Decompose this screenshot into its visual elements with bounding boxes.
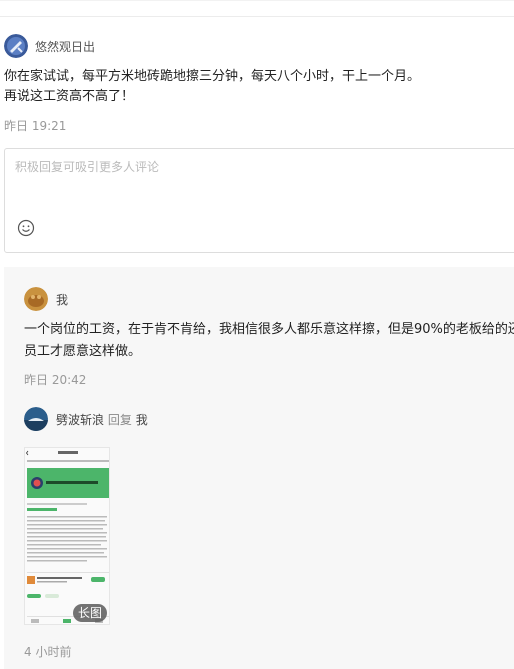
thread-item-header: 我 — [24, 287, 68, 311]
avatar[interactable] — [24, 407, 48, 431]
thread-item: 我 — [24, 287, 68, 311]
top-edge — [0, 0, 514, 1]
thread-item: 劈波斩浪 回复 我 — [24, 407, 148, 431]
top-divider — [0, 16, 514, 17]
reply-placeholder: 积极回复可吸引更多人评论 — [15, 160, 160, 174]
thread-item-header: 劈波斩浪 回复 我 — [24, 407, 148, 431]
avatar[interactable] — [4, 34, 28, 58]
avatar[interactable] — [24, 287, 48, 311]
smiley-icon[interactable] — [17, 219, 35, 237]
long-image-badge: 长图 — [73, 604, 107, 622]
reply-input[interactable]: 积极回复可吸引更多人评论 — [4, 148, 514, 253]
comment-line: 再说这工资高不高了！ — [4, 89, 135, 104]
username[interactable]: 悠然观日出 — [35, 38, 95, 55]
thread-item-time: 4 小时前 — [24, 645, 72, 659]
username[interactable]: 劈波斩浪 — [56, 413, 104, 427]
thread-item-text: 一个岗位的工资，在于肯不肯给，我相信很多人都乐意这样擦，但是90%的老板给的还是… — [24, 319, 514, 363]
long-image-thumbnail[interactable] — [24, 447, 110, 625]
username[interactable]: 我 — [56, 291, 68, 308]
comment-line: 你在家试试，每平方米地砖跪地擦三分钟，每天八个小时，干上一个月。 — [4, 69, 421, 84]
comment-header: 悠然观日出 — [4, 33, 95, 59]
reply-word: 回复 — [107, 412, 132, 427]
thread-line: 一个岗位的工资，在于肯不肯给，我相信很多人都乐意这样擦，但是90%的老板给的还是 — [24, 322, 514, 337]
thread-line: 员工才愿意这样做。 — [24, 344, 142, 359]
reply-target[interactable]: 我 — [136, 413, 148, 427]
comment-time: 昨日 19:21 — [4, 119, 67, 133]
reply-thread: 我 一个岗位的工资，在于肯不肯给，我相信很多人都乐意这样擦，但是90%的老板给的… — [4, 267, 514, 669]
reply-header: 劈波斩浪 回复 我 — [56, 411, 148, 428]
thread-item-time: 昨日 20:42 — [24, 373, 87, 387]
comment-text: 你在家试试，每平方米地砖跪地擦三分钟，每天八个小时，干上一个月。 再说这工资高不… — [4, 67, 514, 107]
